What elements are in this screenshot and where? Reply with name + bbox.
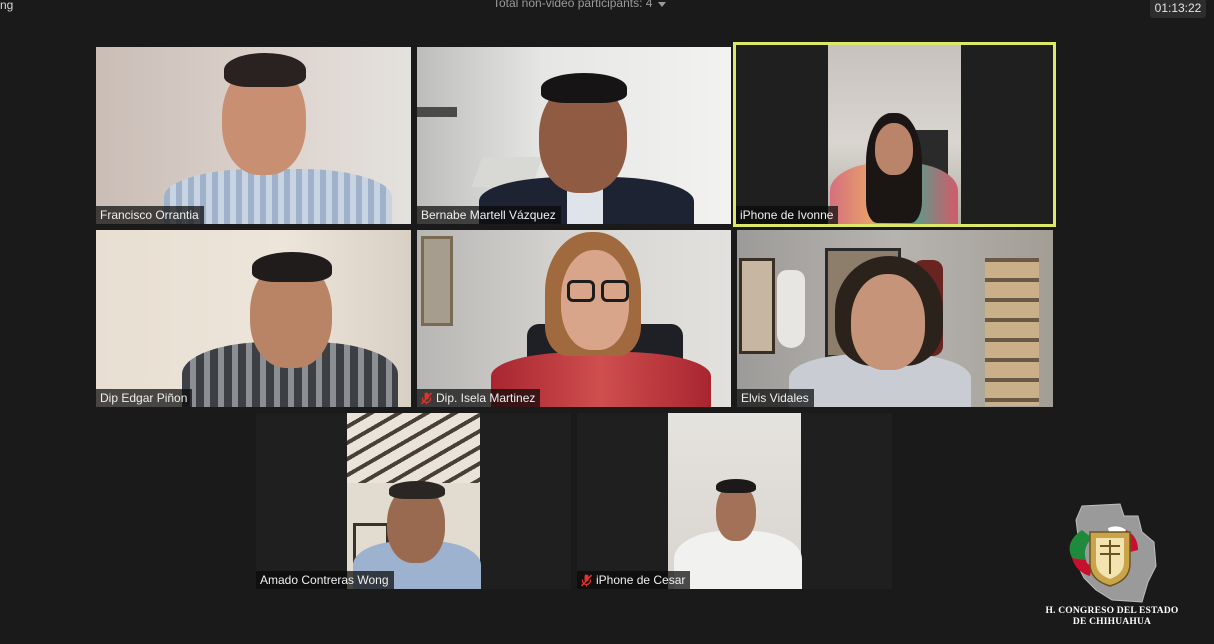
participant-video-tile[interactable]: Bernabe Martell Vázquez — [417, 47, 731, 224]
participant-video-tile[interactable]: Amado Contreras Wong — [256, 413, 571, 589]
microphone-muted-icon — [421, 391, 432, 405]
zoom-gallery-view: ng Total non-video participants: 4 01:13… — [0, 0, 1214, 644]
video-feed — [96, 230, 411, 407]
video-feed — [737, 230, 1053, 407]
video-feed — [417, 47, 731, 224]
participant-name-label: Bernabe Martell Vázquez — [417, 206, 561, 224]
video-feed — [96, 47, 411, 224]
participant-video-tile[interactable]: Dip Edgar Piñon — [96, 230, 411, 407]
chevron-down-icon — [658, 1, 667, 7]
participant-name-label: Dip. Isela Martinez — [417, 389, 541, 407]
participant-video-tile[interactable]: Francisco Orrantia — [96, 47, 411, 224]
participant-video-tile[interactable]: Elvis Vidales — [737, 230, 1053, 407]
participant-name-label: Francisco Orrantia — [96, 206, 204, 224]
participant-name-label: iPhone de Ivonne — [736, 206, 839, 224]
video-feed — [417, 230, 731, 407]
participant-name-label: Dip Edgar Piñon — [96, 389, 193, 407]
meeting-timer: 01:13:22 — [1150, 0, 1206, 18]
video-feed — [828, 45, 961, 224]
window-title-fragment: ng — [0, 0, 14, 12]
congress-logo-caption: H. CONGRESO DEL ESTADO DE CHIHUAHUA — [1045, 606, 1179, 627]
video-feed — [347, 413, 481, 589]
participant-video-tile[interactable]: iPhone de Cesar — [577, 413, 892, 589]
participant-name-label: Elvis Vidales — [737, 389, 814, 407]
non-video-participants-toggle[interactable]: Total non-video participants: 4 — [493, 0, 667, 10]
microphone-muted-icon — [581, 573, 592, 587]
non-video-participants-label: Total non-video participants: 4 — [493, 0, 653, 10]
video-feed — [668, 413, 802, 589]
participant-video-tile[interactable]: Dip. Isela Martinez — [417, 230, 731, 407]
participant-name-label: Amado Contreras Wong — [256, 571, 394, 589]
participant-name-label: iPhone de Cesar — [577, 571, 691, 589]
participant-video-tile-active-speaker[interactable]: iPhone de Ivonne — [733, 42, 1056, 227]
